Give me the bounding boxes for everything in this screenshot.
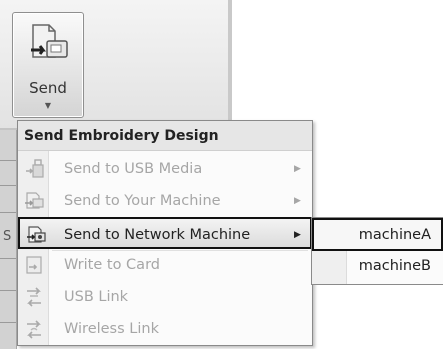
- menu-item-label: Send to USB Media: [64, 161, 203, 177]
- network-machine-icon: [27, 226, 46, 243]
- submenu-item-label: machineA: [358, 227, 431, 243]
- network-machine-submenu: machineA machineB: [311, 217, 443, 285]
- send-dropdown-menu: Send Embroidery Design Send to USB Media…: [17, 120, 313, 346]
- send-button-label: Send: [29, 79, 67, 97]
- wireless-link-icon: [27, 320, 41, 339]
- usb-link-icon: [27, 287, 41, 307]
- send-icon: [31, 24, 68, 58]
- menu-item-label: Send to Your Machine: [64, 193, 221, 209]
- menu-item-label: USB Link: [64, 289, 129, 305]
- submenu-arrow-icon: ▶: [294, 196, 301, 206]
- submenu-arrow-icon: ▶: [294, 230, 301, 240]
- machine-icon: [25, 192, 44, 209]
- chevron-down-icon: ▼: [44, 101, 52, 110]
- menu-header: Send Embroidery Design: [18, 121, 312, 151]
- card-icon: [26, 256, 42, 274]
- menu-item-label: Wireless Link: [64, 321, 159, 337]
- submenu-item-label: machineB: [358, 258, 431, 274]
- menu-item-write-to-card[interactable]: Write to Card: [18, 249, 312, 281]
- submenu-item-machinea[interactable]: machineA: [312, 218, 443, 251]
- menu-item-send-to-your-machine[interactable]: Send to Your Machine ▶: [18, 185, 312, 217]
- menu-item-usb-link[interactable]: USB Link: [18, 281, 312, 313]
- menu-item-send-to-usb-media[interactable]: Send to USB Media ▶: [18, 153, 312, 185]
- usb-icon: [26, 159, 44, 178]
- menu-item-wireless-link[interactable]: Wireless Link: [18, 313, 312, 345]
- menu-item-label: Send to Network Machine: [64, 227, 251, 243]
- submenu-arrow-icon: ▶: [294, 164, 301, 174]
- menu-item-label: Write to Card: [64, 257, 160, 273]
- submenu-item-machineb[interactable]: machineB: [312, 251, 443, 284]
- ribbon-divider: [228, 0, 232, 130]
- menu-item-send-to-network-machine[interactable]: Send to Network Machine ▶: [18, 217, 312, 249]
- send-button[interactable]: Send ▼: [12, 12, 84, 118]
- background-letter: S: [3, 229, 12, 244]
